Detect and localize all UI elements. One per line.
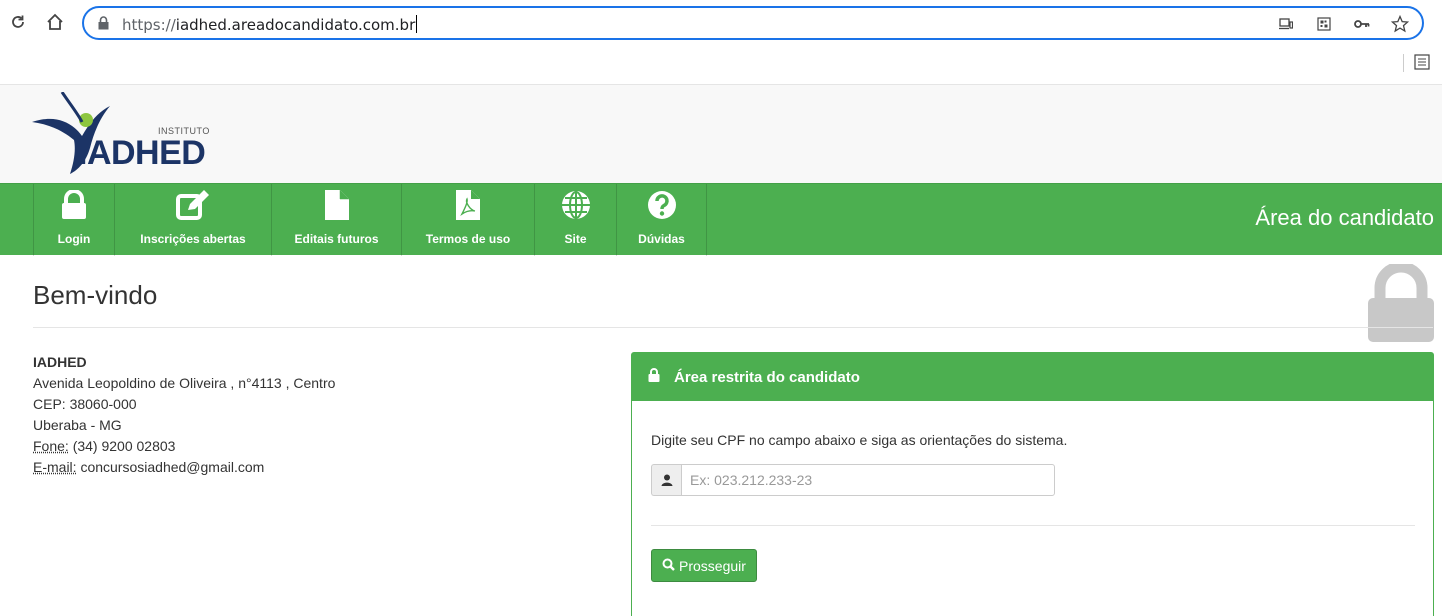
nav-label: Login <box>57 232 91 246</box>
logo-big-text: IADHED <box>78 134 206 172</box>
prosseguir-label: Prosseguir <box>679 557 746 574</box>
password-key-icon[interactable] <box>1352 14 1372 34</box>
divider <box>33 327 1433 328</box>
qr-code-icon[interactable] <box>1314 14 1334 34</box>
nav-label: Inscrições abertas <box>140 232 246 246</box>
nav-editais-futuros[interactable]: Editais futuros <box>272 184 402 256</box>
nav-label: Site <box>564 232 587 246</box>
cpf-input-group <box>651 464 1055 496</box>
org-name: IADHED <box>33 354 87 370</box>
city-line: Uberaba - MG <box>33 417 122 433</box>
pdf-icon <box>456 190 480 223</box>
file-icon <box>324 190 349 223</box>
phone-label: Fone: <box>33 438 69 454</box>
nav-label: Editais futuros <box>294 232 379 246</box>
reload-icon[interactable] <box>8 12 28 32</box>
user-icon <box>651 464 681 496</box>
large-lock-icon <box>1366 261 1436 347</box>
nav-inscricoes-abertas[interactable]: Inscrições abertas <box>115 184 272 256</box>
bookmark-star-icon[interactable] <box>1390 14 1410 34</box>
question-icon <box>647 190 677 223</box>
nav-termos-de-uso[interactable]: Termos de uso <box>402 184 535 256</box>
nav-label: Dúvidas <box>638 232 685 246</box>
cast-icon[interactable] <box>1276 14 1296 34</box>
panel-divider <box>651 525 1415 526</box>
email-value: concursosiadhed@gmail.com <box>76 459 265 475</box>
browser-toolbar: https://iadhed.areadocandidato.com.br <box>0 0 1442 72</box>
street-line: Avenida Leopoldino de Oliveira , n°4113 … <box>33 375 336 391</box>
panel-header: Área restrita do candidato <box>632 353 1433 401</box>
login-panel: Área restrita do candidato Digite seu CP… <box>631 352 1434 616</box>
cep-line: CEP: 38060-000 <box>33 396 137 412</box>
nav-login[interactable]: Login <box>33 184 115 256</box>
reader-mode-icon[interactable] <box>1414 54 1432 72</box>
address-block: IADHED Avenida Leopoldino de Oliveira , … <box>33 352 335 478</box>
email-label: E-mail: <box>33 459 77 475</box>
panel-instruction: Digite seu CPF no campo abaixo e siga as… <box>651 432 1068 448</box>
address-bar[interactable]: https://iadhed.areadocandidato.com.br <box>82 6 1424 40</box>
secure-lock-icon[interactable] <box>98 16 109 35</box>
edit-icon <box>176 190 210 223</box>
phone-value: (34) 9200 02803 <box>68 438 176 454</box>
panel-title: Área restrita do candidato <box>674 368 860 386</box>
globe-icon <box>561 190 591 223</box>
url-text[interactable]: https://iadhed.areadocandidato.com.br <box>122 15 418 34</box>
prosseguir-button[interactable]: Prosseguir <box>651 549 757 582</box>
search-icon <box>662 558 675 574</box>
iadhed-logo[interactable]: INSTITUTO IADHED <box>30 92 240 176</box>
home-icon[interactable] <box>45 12 65 32</box>
lock-icon <box>648 368 660 386</box>
lock-icon <box>61 189 87 223</box>
nav-duvidas[interactable]: Dúvidas <box>617 184 707 256</box>
navbar-title: Área do candidato <box>1255 205 1434 230</box>
main-navbar: Login Inscrições abertas Editais futuros… <box>0 183 1442 256</box>
nav-label: Termos de uso <box>425 232 511 246</box>
cpf-input[interactable] <box>681 464 1055 496</box>
page-title: Bem-vindo <box>33 280 158 310</box>
nav-site[interactable]: Site <box>535 184 617 256</box>
